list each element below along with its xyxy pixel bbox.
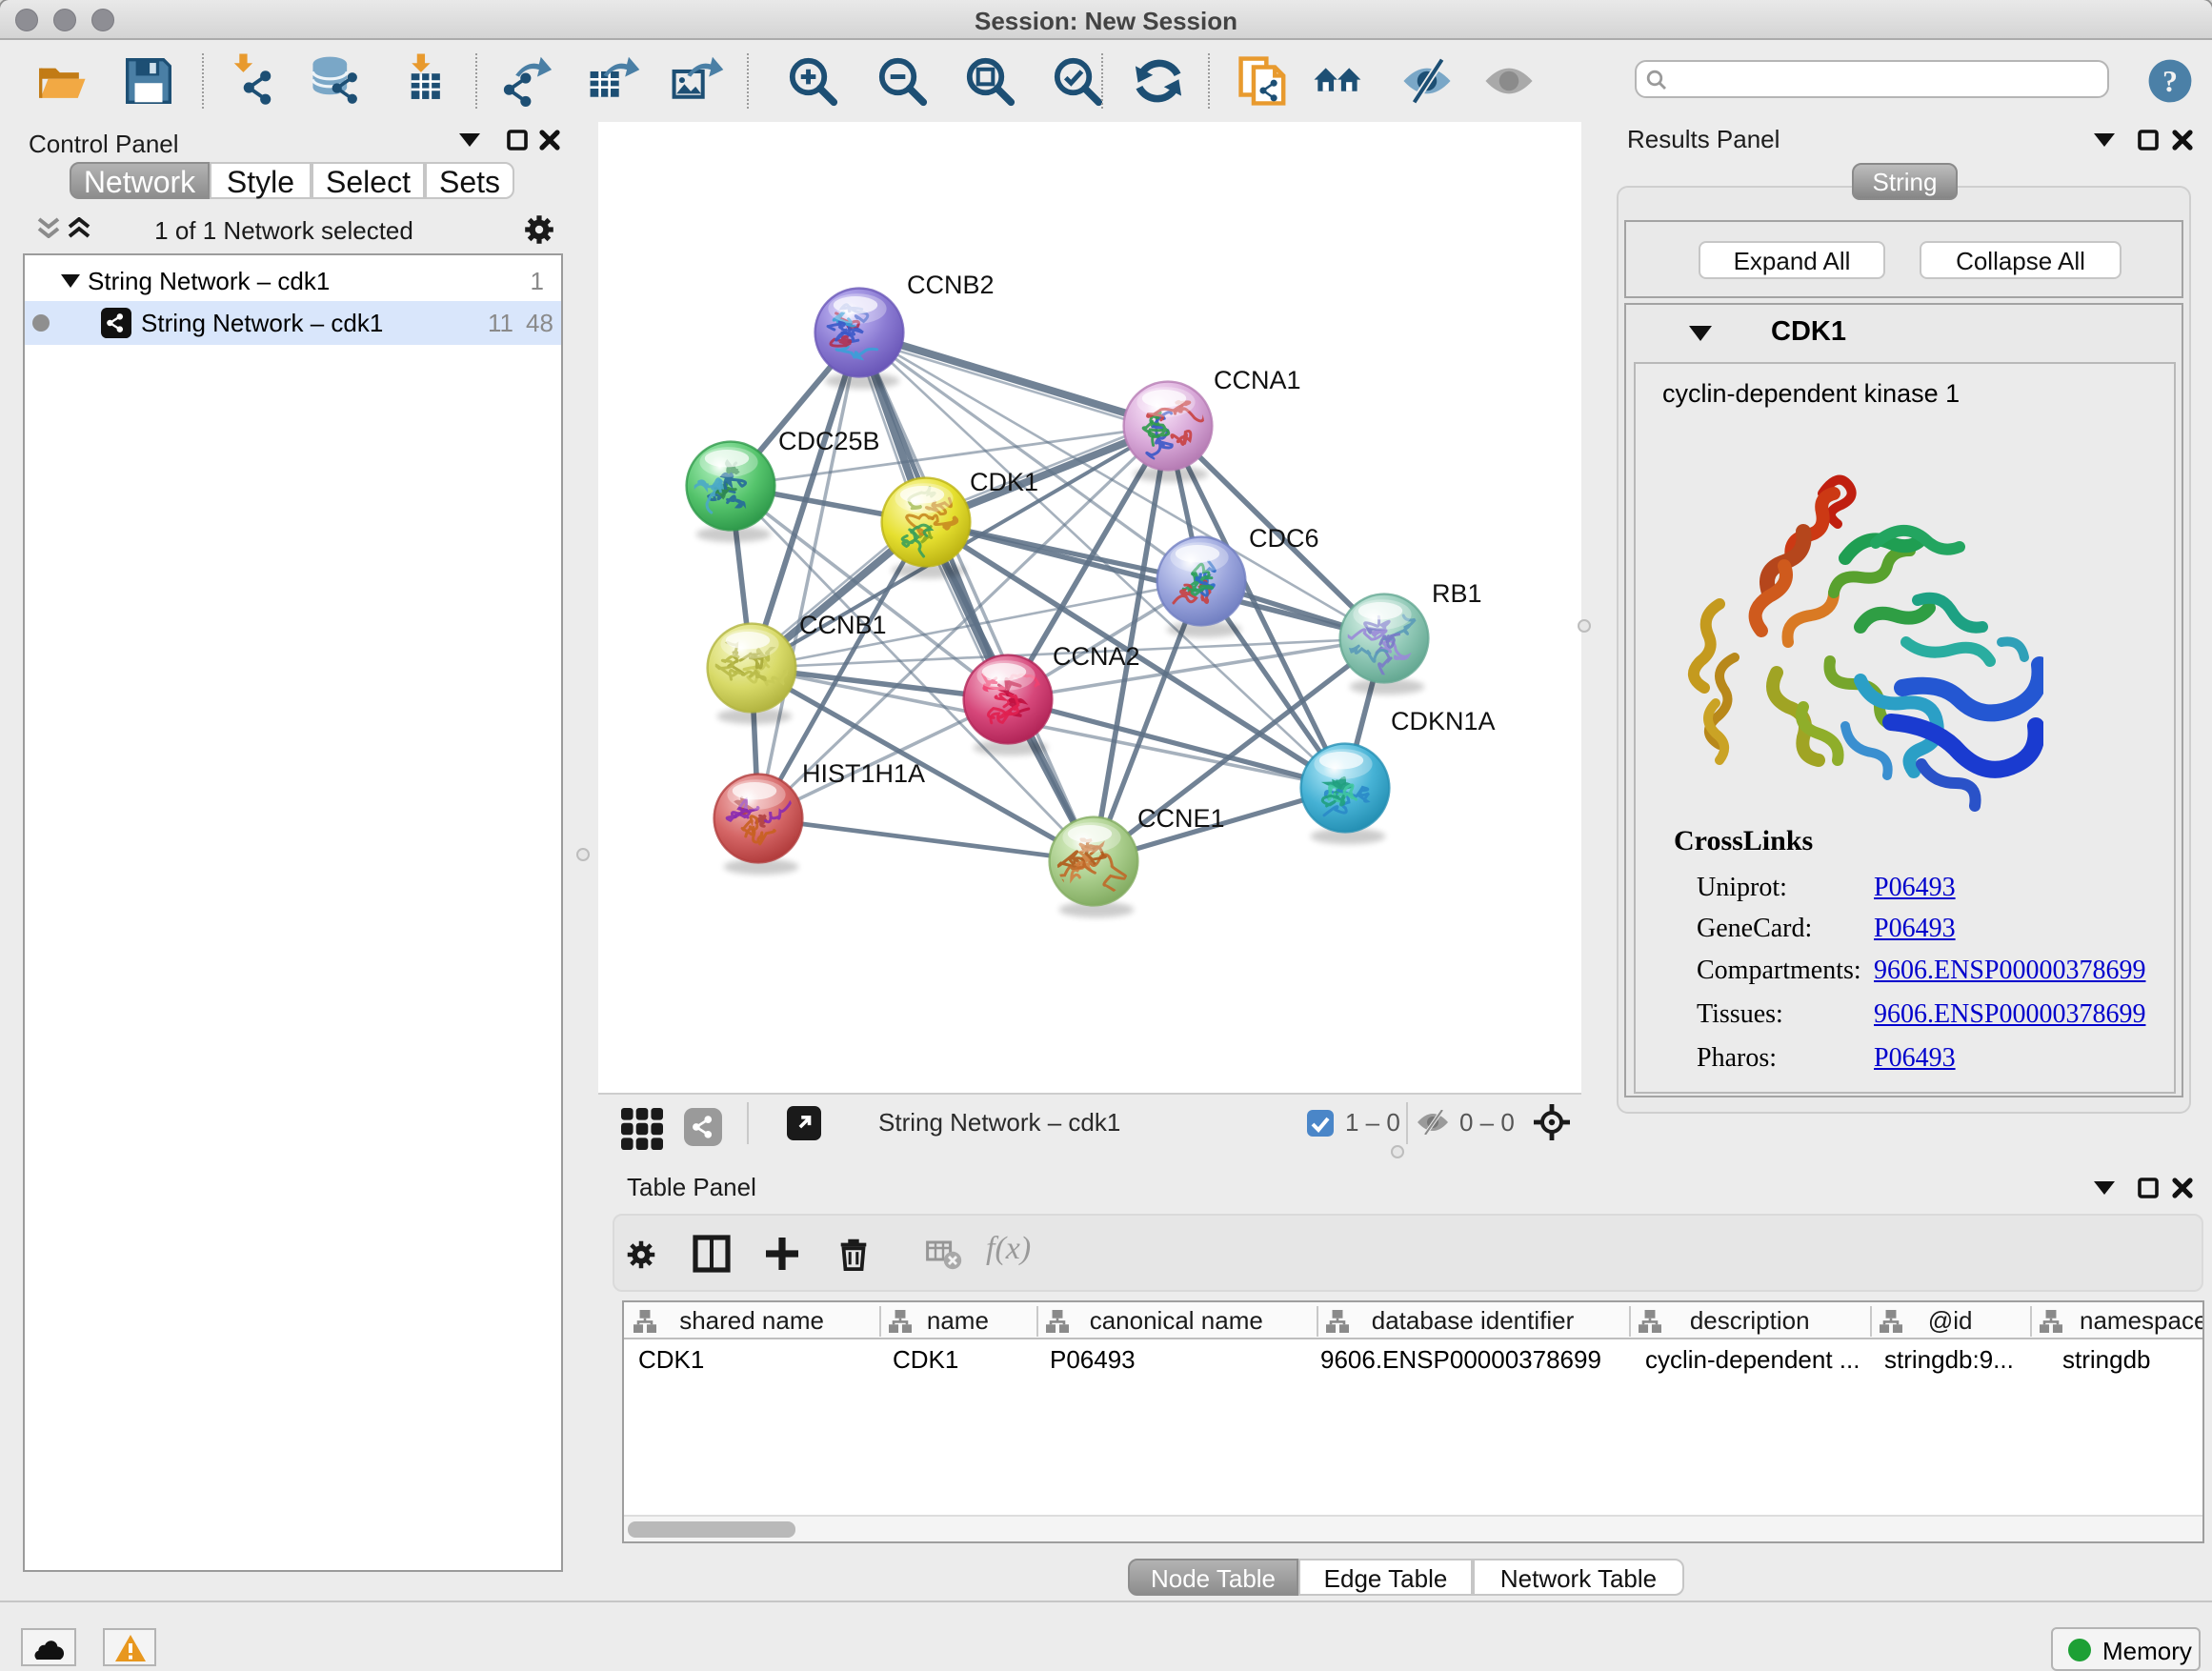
- svg-text:CDC6: CDC6: [1249, 524, 1319, 553]
- svg-text:CCNB2: CCNB2: [907, 271, 995, 299]
- svg-text:CDC25B: CDC25B: [778, 427, 880, 455]
- svg-text:HIST1H1A: HIST1H1A: [802, 759, 925, 788]
- svg-text:CCNA1: CCNA1: [1214, 366, 1301, 394]
- svg-text:RB1: RB1: [1432, 579, 1482, 608]
- svg-text:CCNB1: CCNB1: [799, 611, 887, 639]
- svg-text:CCNE1: CCNE1: [1137, 804, 1225, 833]
- svg-text:CDKN1A: CDKN1A: [1391, 707, 1496, 735]
- svg-text:?: ?: [2162, 64, 2178, 98]
- svg-text:CCNA2: CCNA2: [1053, 642, 1140, 671]
- svg-text:CDK1: CDK1: [970, 468, 1038, 496]
